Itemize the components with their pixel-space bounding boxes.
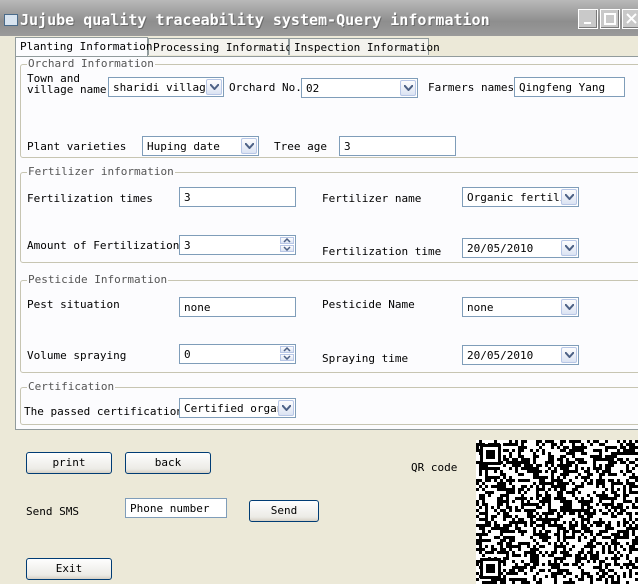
fertilization-times-label: Fertilization times xyxy=(27,192,153,205)
spraying-time-value: 20/05/2010 xyxy=(467,349,534,362)
volume-spinner[interactable] xyxy=(280,346,294,362)
close-button[interactable] xyxy=(622,9,638,29)
fertilizer-name-label: Fertilizer name xyxy=(322,192,422,205)
chevron-down-icon[interactable] xyxy=(206,79,222,95)
spin-up-icon[interactable] xyxy=(280,237,294,244)
orchard-no-value: 02 xyxy=(306,82,320,95)
send-sms-label: Send SMS xyxy=(26,505,79,518)
chevron-down-icon[interactable] xyxy=(400,80,416,96)
spin-up-icon[interactable] xyxy=(280,346,294,353)
spin-down-icon[interactable] xyxy=(280,354,294,361)
qr-code-pattern xyxy=(476,440,638,584)
chevron-down-icon[interactable] xyxy=(278,400,294,416)
window-title: Jujube quality traceability system-Query… xyxy=(20,11,490,29)
pesticide-name-value: none xyxy=(467,301,494,314)
spraying-time-label: Spraying time xyxy=(322,352,409,365)
volume-label: Volume spraying xyxy=(27,349,127,362)
town-label-line2: village name xyxy=(27,83,107,96)
town-select-value: sharidi village xyxy=(113,81,213,94)
fertilizer-name-value: Organic fertili: xyxy=(467,191,573,204)
certification-value: Certified organi xyxy=(184,402,290,415)
chevron-down-icon[interactable] xyxy=(241,138,257,154)
pesticide-name-label: Pesticide Name xyxy=(322,298,415,311)
fertilization-time-label: Fertilization time xyxy=(322,245,442,258)
print-button[interactable]: print xyxy=(26,452,112,474)
spraying-time-picker[interactable]: 20/05/2010 xyxy=(462,345,579,365)
exit-button[interactable]: Exit xyxy=(26,558,112,580)
fertilization-time-value: 20/05/2010 xyxy=(467,242,534,255)
pesticide-name-select[interactable]: none xyxy=(462,297,579,317)
farmers-label: Farmers names xyxy=(428,81,515,94)
phone-number-field[interactable]: Phone number xyxy=(125,498,227,518)
chevron-down-icon[interactable] xyxy=(561,347,577,363)
orchard-no-label: Orchard No. xyxy=(229,81,302,94)
fertilization-times-field[interactable]: 3 xyxy=(179,187,296,207)
certification-select[interactable]: Certified organi xyxy=(179,398,296,418)
tab-processing[interactable]: Processing Information xyxy=(148,38,299,55)
orchard-no-select[interactable]: 02 xyxy=(301,78,418,98)
pest-situation-field[interactable]: none xyxy=(179,297,296,317)
amount-value: 3 xyxy=(184,239,191,252)
amount-label: Amount of Fertilization xyxy=(27,239,180,252)
amount-stepper[interactable]: 3 xyxy=(179,235,296,255)
amount-spinner[interactable] xyxy=(280,237,294,253)
group-title: Certification xyxy=(27,380,116,393)
chevron-down-icon[interactable] xyxy=(561,299,577,315)
volume-stepper[interactable]: 0 xyxy=(179,344,296,364)
tree-age-field[interactable]: 3 xyxy=(339,136,456,156)
passed-certification-label: The passed certification xyxy=(24,405,183,418)
send-button[interactable]: Send xyxy=(249,500,319,522)
spin-down-icon[interactable] xyxy=(280,245,294,252)
group-title: Pesticide Information xyxy=(27,273,169,286)
minimize-button[interactable] xyxy=(578,9,598,29)
chevron-down-icon[interactable] xyxy=(561,240,577,256)
tab-inspection[interactable]: Inspection Information xyxy=(289,38,440,55)
minimize-icon xyxy=(584,22,591,24)
close-icon xyxy=(626,13,637,24)
varieties-select[interactable]: Huping date xyxy=(142,136,259,156)
pest-situation-label: Pest situation xyxy=(27,298,120,311)
farmers-field[interactable]: Qingfeng Yang xyxy=(514,77,625,97)
fertilizer-name-select[interactable]: Organic fertili: xyxy=(462,187,579,207)
fertilization-time-picker[interactable]: 20/05/2010 xyxy=(462,238,579,258)
varieties-label: Plant varieties xyxy=(27,140,127,153)
back-button[interactable]: back xyxy=(125,452,211,474)
app-icon xyxy=(4,14,18,26)
group-title: Fertilizer information xyxy=(27,165,175,178)
chevron-down-icon[interactable] xyxy=(561,189,577,205)
tab-planting[interactable]: Planting Information xyxy=(15,37,152,56)
town-select[interactable]: sharidi village xyxy=(108,77,224,97)
tree-age-label: Tree age xyxy=(274,140,327,153)
volume-value: 0 xyxy=(184,348,191,361)
maximize-icon xyxy=(604,13,616,25)
group-title: Orchard Information xyxy=(27,57,155,70)
maximize-button[interactable] xyxy=(600,9,620,29)
qr-code-label: QR code xyxy=(411,461,458,474)
varieties-value: Huping date xyxy=(147,140,220,153)
qr-code-image xyxy=(476,440,638,584)
town-label: Town and village name xyxy=(27,73,106,95)
title-bar: Jujube quality traceability system-Query… xyxy=(0,0,638,36)
